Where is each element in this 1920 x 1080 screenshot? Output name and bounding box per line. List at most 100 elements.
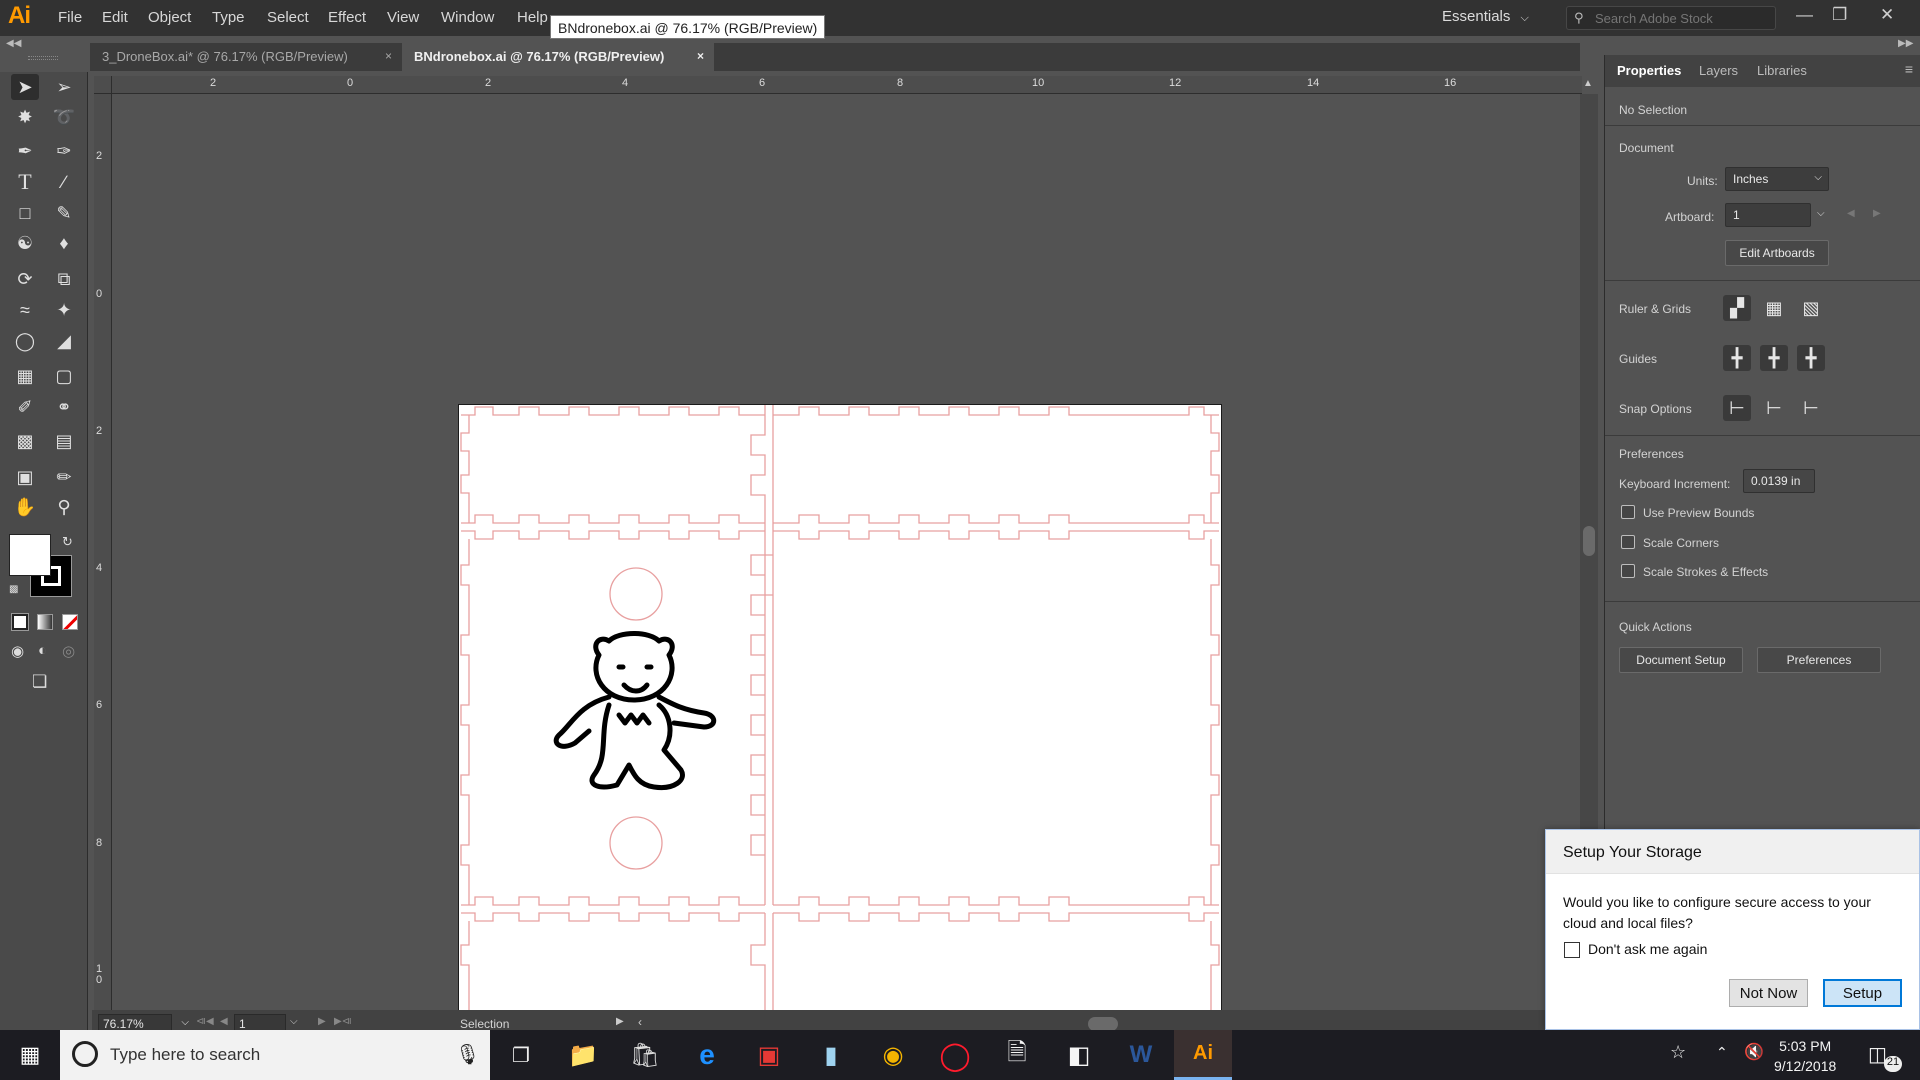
collapse-panels-icon[interactable]: ▶▶: [1898, 38, 1913, 49]
puppet-warp-tool-icon[interactable]: ✦: [50, 297, 78, 323]
menu-select[interactable]: Select: [267, 9, 309, 26]
prev-artboard-icon[interactable]: ◀: [220, 1016, 228, 1027]
illustrator-taskbar-icon[interactable]: Ai: [1174, 1030, 1232, 1080]
rectangle-tool-icon[interactable]: □: [11, 200, 39, 226]
store-icon[interactable]: 🛍: [616, 1030, 674, 1080]
canvas[interactable]: ▲: [112, 78, 1598, 1030]
chrome-icon[interactable]: ◉: [864, 1030, 922, 1080]
close-icon[interactable]: ×: [385, 49, 392, 63]
document-setup-button[interactable]: Document Setup: [1619, 647, 1743, 673]
use-preview-bounds-checkbox[interactable]: [1621, 505, 1635, 519]
scroll-up-icon[interactable]: ▲: [1583, 78, 1593, 89]
menu-edit[interactable]: Edit: [102, 9, 128, 26]
menu-type[interactable]: Type: [212, 9, 245, 26]
clock[interactable]: 5:03 PM 9/12/2018: [1774, 1036, 1836, 1076]
perspective-grid-tool-icon[interactable]: ◢: [50, 328, 78, 354]
warp-tool-icon[interactable]: ≈: [11, 297, 39, 323]
default-colors-icon[interactable]: ▩: [9, 584, 18, 595]
preferences-button[interactable]: Preferences: [1757, 647, 1881, 673]
magic-wand-tool-icon[interactable]: ✸: [11, 104, 39, 130]
ruler-origin[interactable]: [94, 76, 112, 94]
menu-file[interactable]: File: [58, 9, 82, 26]
snap-to-grid-icon[interactable]: ⊢: [1760, 395, 1788, 421]
sticky-notes-icon[interactable]: ◧: [1050, 1030, 1108, 1080]
horizontal-scrollbar-thumb[interactable]: [1088, 1017, 1118, 1031]
direct-selection-tool-icon[interactable]: ➢: [50, 74, 78, 100]
windows-start-icon[interactable]: ▦: [0, 1030, 60, 1080]
color-mode-icon[interactable]: [11, 613, 29, 631]
edit-artboards-button[interactable]: Edit Artboards: [1725, 240, 1829, 266]
next-artboard-icon[interactable]: ▶: [318, 1016, 326, 1027]
mesh-tool-icon[interactable]: ▦: [11, 363, 39, 389]
people-icon[interactable]: ☆: [1670, 1042, 1686, 1063]
box-cut-pattern[interactable]: [459, 405, 1221, 1029]
toolbox-grip[interactable]: [28, 56, 58, 60]
collapse-toolbox-icon[interactable]: ◀◀: [6, 38, 21, 49]
swap-colors-icon[interactable]: ↻: [62, 534, 73, 550]
not-now-button[interactable]: Not Now: [1729, 979, 1808, 1007]
artboard[interactable]: [458, 404, 1222, 1030]
tab-properties[interactable]: Properties: [1617, 63, 1681, 78]
blend-tool-icon[interactable]: ⚭: [50, 394, 78, 420]
curvature-tool-icon[interactable]: ✑: [50, 138, 78, 164]
workspace-switcher[interactable]: Essentials ⌵: [1442, 8, 1529, 25]
setup-button[interactable]: Setup: [1823, 979, 1902, 1007]
scroll-left-icon[interactable]: ‹: [638, 1015, 642, 1029]
scale-corners-checkbox[interactable]: [1621, 535, 1635, 549]
units-select[interactable]: Inches ⌵: [1725, 167, 1829, 191]
menu-help[interactable]: Help: [517, 9, 548, 26]
gradient-tool-icon[interactable]: ▢: [50, 363, 78, 389]
notes-app-icon[interactable]: ▮: [802, 1030, 860, 1080]
restore-icon[interactable]: ❐: [1832, 5, 1847, 25]
reader-app-icon[interactable]: ▣: [740, 1030, 798, 1080]
tab-dronebox[interactable]: 3_DroneBox.ai* @ 76.17% (RGB/Preview) ×: [90, 43, 402, 71]
snap-to-point-icon[interactable]: ⊢: [1723, 395, 1751, 421]
menu-view[interactable]: View: [387, 9, 419, 26]
show-guides-icon[interactable]: ╋: [1723, 345, 1751, 371]
draw-normal-icon[interactable]: ◉: [11, 642, 24, 660]
shaper-tool-icon[interactable]: ☯: [11, 230, 39, 256]
draw-inside-icon[interactable]: ◎: [62, 642, 75, 660]
gradient-mode-icon[interactable]: [37, 614, 53, 630]
hand-tool-icon[interactable]: ✋: [11, 494, 39, 520]
minimize-icon[interactable]: —: [1796, 5, 1813, 25]
chevron-down-icon[interactable]: ⌵: [290, 1016, 298, 1027]
first-artboard-icon[interactable]: ⧏◀: [196, 1016, 214, 1027]
microphone-icon[interactable]: 🎙: [455, 1042, 480, 1067]
transparency-grid-icon[interactable]: ▧: [1797, 295, 1825, 321]
menu-effect[interactable]: Effect: [328, 9, 366, 26]
document-icon[interactable]: 🗎: [988, 1030, 1046, 1080]
tab-libraries[interactable]: Libraries: [1757, 63, 1807, 78]
tab-layers[interactable]: Layers: [1699, 63, 1738, 78]
artboard-tool-icon[interactable]: ▣: [11, 464, 39, 490]
status-menu-icon[interactable]: ▶: [616, 1016, 624, 1027]
tab-bndronebox[interactable]: BNdronebox.ai @ 76.17% (RGB/Preview) ×: [402, 43, 714, 71]
eyedropper-tool-icon[interactable]: ✐: [11, 394, 39, 420]
scale-tool-icon[interactable]: ⧉: [50, 266, 78, 292]
chevron-down-icon[interactable]: ⌵: [1817, 208, 1825, 219]
adobe-stock-search[interactable]: ⚲: [1566, 6, 1776, 30]
ruler-icon[interactable]: ▞: [1723, 295, 1751, 321]
lock-guides-icon[interactable]: ╋: [1760, 345, 1788, 371]
file-explorer-icon[interactable]: 📁: [554, 1030, 612, 1080]
next-artboard-icon[interactable]: ▶: [1873, 208, 1881, 219]
draw-behind-icon[interactable]: ◐: [38, 642, 47, 659]
taskbar-search[interactable]: Type here to search 🎙: [60, 1030, 490, 1080]
panel-menu-icon[interactable]: ≡: [1905, 61, 1913, 77]
zoom-tool-icon[interactable]: ⚲: [50, 494, 78, 520]
chevron-down-icon[interactable]: ⌵: [181, 1017, 189, 1028]
opera-icon[interactable]: ◯: [926, 1030, 984, 1080]
line-tool-icon[interactable]: ∕: [50, 169, 78, 195]
show-hidden-icons[interactable]: ⌃: [1716, 1044, 1728, 1061]
vertical-ruler[interactable]: 2 0 2 4 6 8 1 0: [94, 94, 112, 1014]
type-tool-icon[interactable]: T: [11, 169, 39, 195]
lasso-tool-icon[interactable]: ➰: [50, 104, 78, 130]
snap-to-pixel-icon[interactable]: ⊢: [1797, 395, 1825, 421]
grid-icon[interactable]: ▦: [1760, 295, 1788, 321]
menu-window[interactable]: Window: [441, 9, 494, 26]
selection-tool-icon[interactable]: ➤: [11, 74, 39, 100]
scale-strokes-checkbox[interactable]: [1621, 564, 1635, 578]
close-icon[interactable]: ✕: [1880, 5, 1894, 25]
word-icon[interactable]: W: [1112, 1030, 1170, 1080]
slice-tool-icon[interactable]: ✏: [50, 464, 78, 490]
